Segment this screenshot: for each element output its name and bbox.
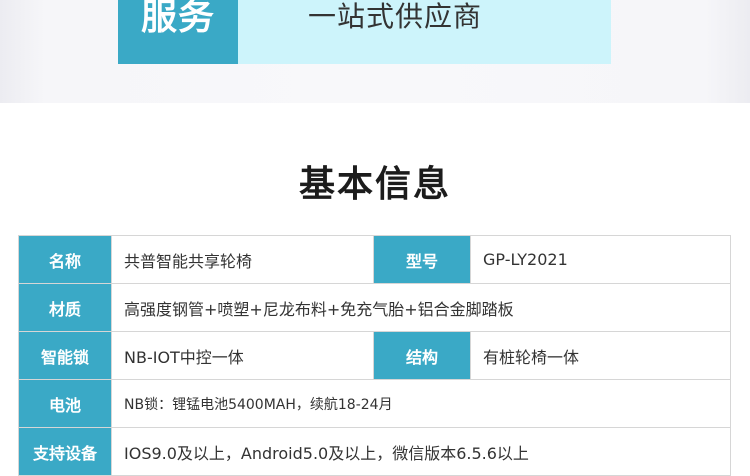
spec-table: 名称 共普智能共享轮椅 型号 GP-LY2021 材质 高强度钢管+喷塑+尼龙布…: [18, 235, 731, 476]
banner-badge-text: 服务: [140, 0, 215, 38]
spec-label-name: 名称: [18, 235, 112, 284]
spec-value-structure: 有桩轮椅一体: [470, 331, 731, 380]
table-row: 支持设备 IOS9.0及以上，Android5.0及以上，微信版本6.5.6以上: [18, 427, 731, 476]
spec-value-material: 高强度钢管+喷塑+尼龙布料+免充气胎+铝合金脚踏板: [111, 283, 731, 332]
spec-label-material: 材质: [18, 283, 112, 332]
section-title: 基本信息: [298, 164, 451, 205]
spec-value-lock: NB-IOT中控一体: [111, 331, 374, 380]
table-row: 名称 共普智能共享轮椅 型号 GP-LY2021: [18, 235, 731, 284]
spec-value-battery: NB锁：锂锰电池5400MAH，续航18-24月: [111, 379, 731, 428]
banner-badge: 服务: [118, 0, 238, 64]
table-row: 智能锁 NB-IOT中控一体 结构 有桩轮椅一体: [18, 331, 731, 380]
spec-label-model: 型号: [373, 235, 471, 284]
spec-value-devices: IOS9.0及以上，Android5.0及以上，微信版本6.5.6以上: [111, 427, 731, 476]
banner-slogan-text: 一站式供应商: [308, 0, 483, 33]
spec-label-lock: 智能锁: [18, 331, 112, 380]
table-row: 材质 高强度钢管+喷塑+尼龙布料+免充气胎+铝合金脚踏板: [18, 283, 731, 332]
spec-value-name: 共普智能共享轮椅: [111, 235, 374, 284]
spec-value-model: GP-LY2021: [470, 235, 731, 284]
banner-slogan: 一站式供应商: [238, 0, 611, 64]
spec-label-devices: 支持设备: [18, 427, 112, 476]
spec-label-battery: 电池: [18, 379, 112, 428]
table-row: 电池 NB锁：锂锰电池5400MAH，续航18-24月: [18, 379, 731, 428]
spec-label-structure: 结构: [373, 331, 471, 380]
service-banner: 服务 一站式供应商: [118, 0, 611, 64]
